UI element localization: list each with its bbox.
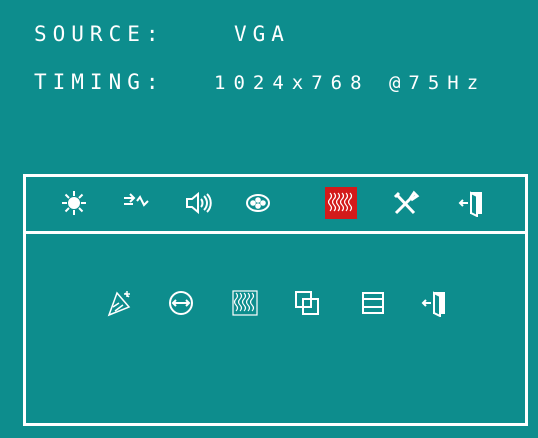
- sub-exit-icon[interactable]: [421, 289, 449, 317]
- timing-info: TIMING: 1024x768 @75Hz: [34, 70, 478, 94]
- v-position-icon[interactable]: [359, 289, 387, 317]
- audio-icon[interactable]: [184, 189, 212, 217]
- osd-window: SOURCE: VGA TIMING: 1024x768 @75Hz: [0, 0, 538, 438]
- exit-icon[interactable]: [458, 189, 486, 217]
- brightness-icon[interactable]: [60, 189, 88, 217]
- clock-icon[interactable]: [167, 289, 195, 317]
- menu-panel: [23, 174, 528, 426]
- input-signal-icon[interactable]: [122, 189, 150, 217]
- auto-adjust-icon[interactable]: [105, 289, 133, 317]
- source-label: SOURCE:: [34, 22, 165, 46]
- h-position-icon[interactable]: [293, 289, 321, 317]
- source-value: VGA: [234, 22, 290, 46]
- source-info: SOURCE: VGA: [34, 22, 284, 46]
- tools-icon[interactable]: [392, 189, 420, 217]
- menu-divider: [26, 231, 525, 234]
- color-icon[interactable]: [244, 189, 272, 217]
- image-adjust-icon[interactable]: [325, 187, 357, 219]
- timing-value: 1024x768 @75Hz: [214, 72, 487, 94]
- phase-icon[interactable]: [231, 289, 259, 317]
- timing-label: TIMING:: [34, 70, 165, 94]
